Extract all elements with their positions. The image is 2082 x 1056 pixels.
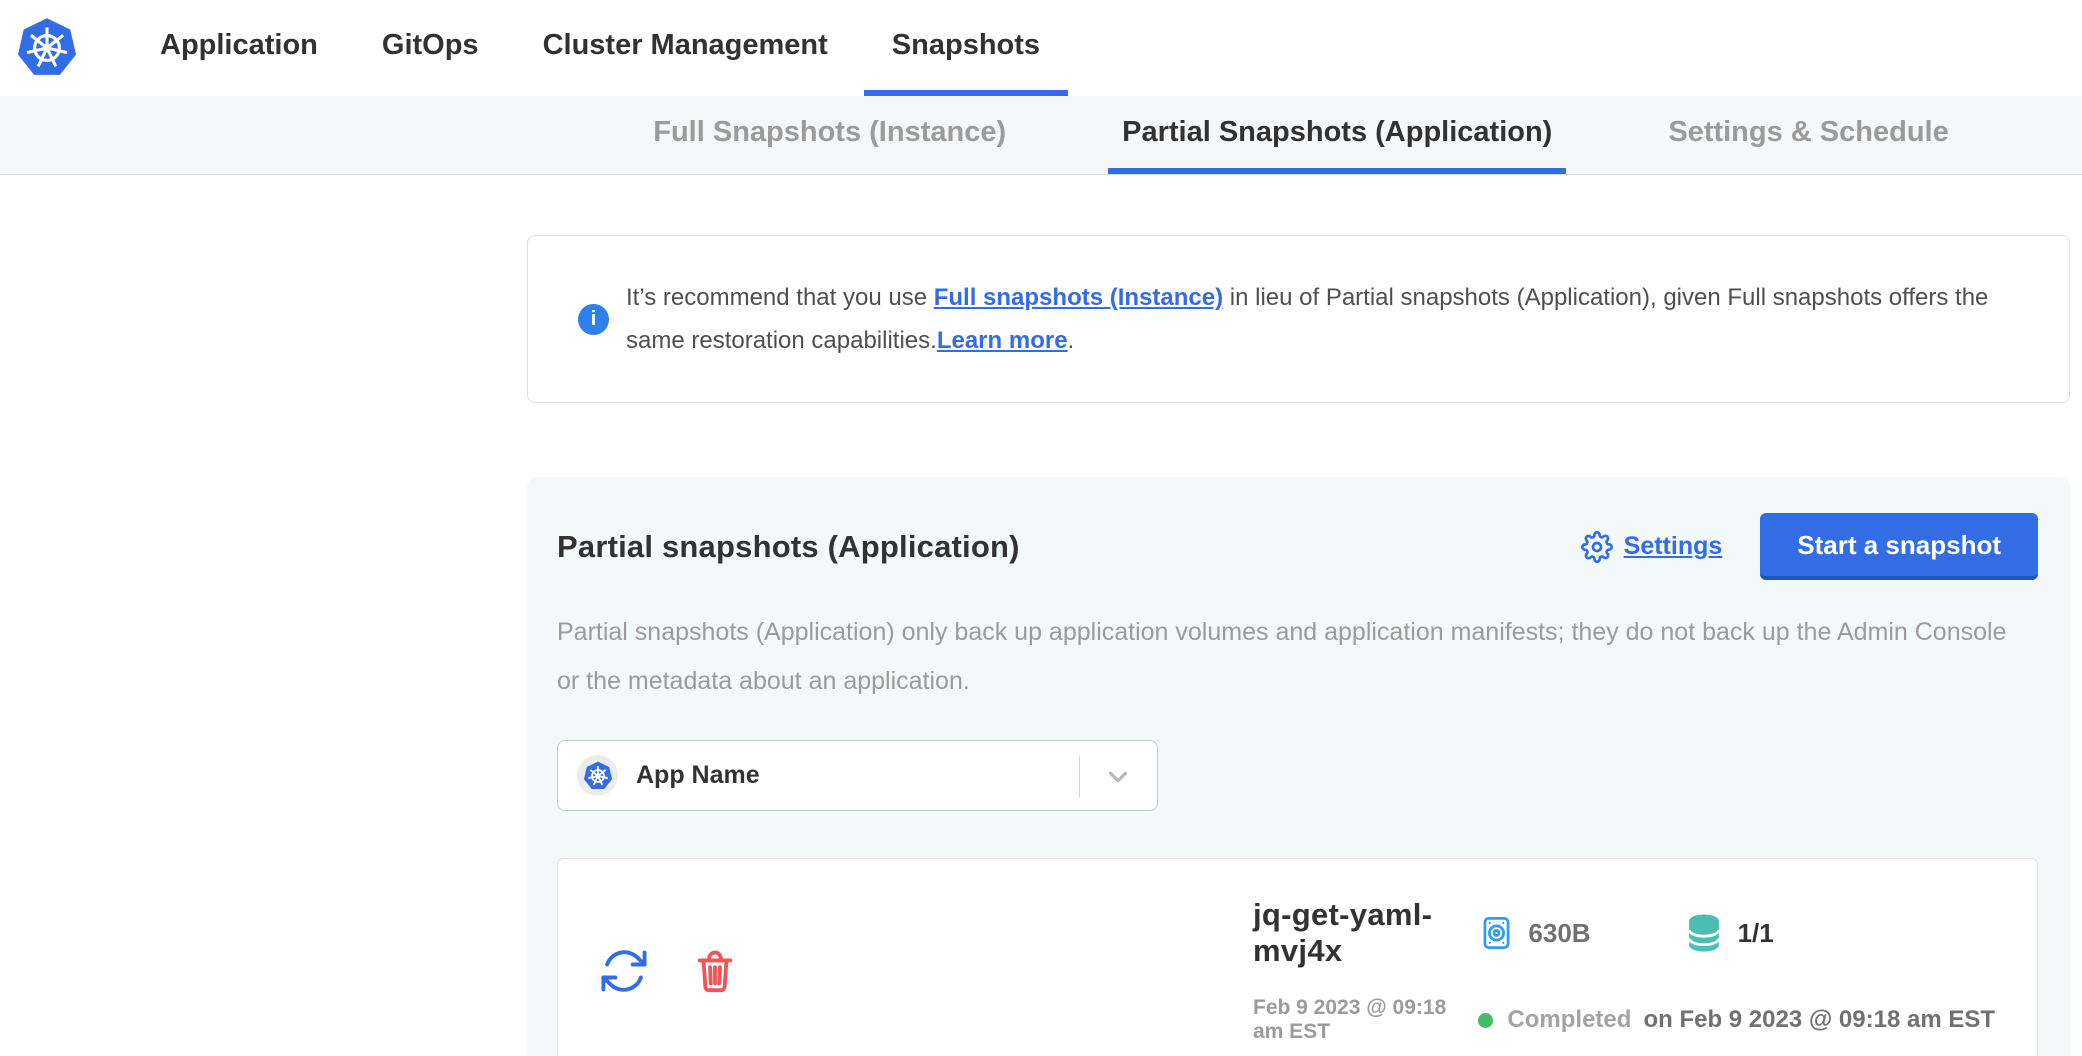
settings-link[interactable]: Settings [1581,531,1723,563]
card-header: Partial snapshots (Application) Settings… [557,513,2038,580]
snapshots-subnav: Full Snapshots (Instance) Partial Snapsh… [0,96,2082,175]
info-banner: i It’s recommend that you use Full snaps… [527,235,2070,403]
nav-item-cluster-management[interactable]: Cluster Management [515,0,856,96]
snapshot-status: Completed on Feb 9 2023 @ 09:18 am EST [1478,1006,1995,1034]
restore-icon [598,945,650,997]
top-nav: Application GitOps Cluster Management Sn… [0,0,2082,96]
delete-snapshot-button[interactable] [692,946,738,996]
disk-icon [1478,911,1515,955]
snapshot-size: 630B [1478,911,1590,955]
restore-snapshot-button[interactable] [598,945,650,997]
banner-text-part1: It’s recommend that you use [626,284,934,311]
tab-partial-snapshots[interactable]: Partial Snapshots (Application) [1108,96,1566,174]
card-description: Partial snapshots (Application) only bac… [557,608,2032,706]
snapshot-actions [598,945,1253,997]
app-select-value: App Name [636,761,760,790]
gear-icon [1581,531,1613,563]
kubernetes-app-icon [583,761,613,791]
nav-item-gitops[interactable]: GitOps [354,0,507,96]
tab-settings-schedule[interactable]: Settings & Schedule [1654,96,1962,174]
database-icon [1683,910,1725,956]
select-divider [1079,756,1080,797]
main-content: i It’s recommend that you use Full snaps… [527,235,2070,1056]
banner-text: It’s recommend that you use Full snapsho… [626,276,2025,362]
tab-full-snapshots[interactable]: Full Snapshots (Instance) [639,96,1020,174]
kubernetes-logo[interactable] [16,0,78,96]
snapshot-row: jq-get-yaml-mvj4x 630B [557,858,2038,1056]
settings-link-label: Settings [1624,532,1723,561]
app-badge [577,755,618,796]
snapshot-stats: 630B 1/1 [1478,910,1995,956]
status-label: Completed [1507,1006,1631,1034]
status-finished-time: on Feb 9 2023 @ 09:18 am EST [1643,1006,1995,1034]
chevron-down-icon [1103,762,1133,792]
nav-item-application[interactable]: Application [132,0,346,96]
app-name-select[interactable]: App Name [557,740,1158,811]
full-snapshots-link[interactable]: Full snapshots (Instance) [934,284,1223,311]
nav-item-snapshots[interactable]: Snapshots [864,0,1068,96]
partial-snapshots-card: Partial snapshots (Application) Settings… [527,477,2070,1056]
snapshot-volumes: 1/1 [1683,910,1774,956]
info-icon: i [578,304,609,335]
card-title: Partial snapshots (Application) [557,529,1581,565]
snapshot-size-value: 630B [1528,918,1590,949]
snapshot-name: jq-get-yaml-mvj4x [1253,897,1478,969]
snapshot-started-date: Feb 9 2023 @ 09:18 am EST [1253,996,1478,1044]
trash-icon [692,946,738,996]
start-snapshot-button[interactable]: Start a snapshot [1760,513,2038,580]
banner-text-part3: . [1068,327,1075,354]
kubernetes-logo-icon [16,17,78,79]
status-dot-icon [1478,1013,1493,1028]
snapshot-volumes-value: 1/1 [1738,918,1774,949]
learn-more-link[interactable]: Learn more [937,327,1068,354]
